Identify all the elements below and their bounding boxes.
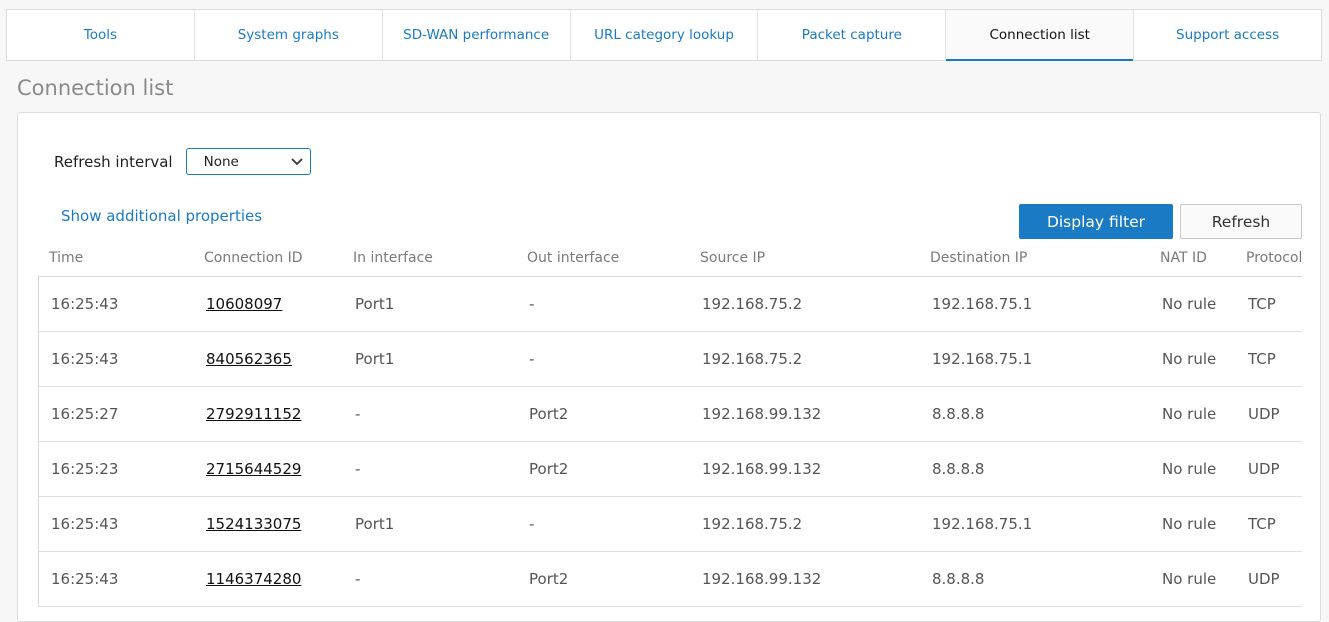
cell-in-interface: - <box>355 405 361 423</box>
table-row: 16:25:43 1146374280 - Port2 192.168.99.1… <box>39 552 1302 607</box>
column-header-source-ip[interactable]: Source IP <box>700 250 765 266</box>
cell-protocol: UDP <box>1248 460 1280 478</box>
cell-destination-ip: 8.8.8.8 <box>932 460 985 478</box>
connection-list-panel: Refresh interval None Show additional pr… <box>17 112 1321 622</box>
cell-connection-id-link[interactable]: 1524133075 <box>206 515 301 533</box>
cell-connection-id-link[interactable]: 840562365 <box>206 350 292 368</box>
cell-protocol: UDP <box>1248 570 1280 588</box>
cell-out-interface: Port2 <box>529 405 569 423</box>
cell-out-interface: - <box>529 295 535 313</box>
cell-destination-ip: 192.168.75.1 <box>932 515 1033 533</box>
cell-time: 16:25:27 <box>51 405 119 423</box>
table-body: 16:25:43 10608097 Port1 - 192.168.75.2 1… <box>38 277 1302 607</box>
tab-sd-wan-performance[interactable]: SD-WAN performance <box>383 10 571 60</box>
cell-destination-ip: 192.168.75.1 <box>932 295 1033 313</box>
column-header-time[interactable]: Time <box>49 250 83 266</box>
cell-source-ip: 192.168.75.2 <box>702 350 803 368</box>
tab-connection-list[interactable]: Connection list <box>946 10 1135 61</box>
tab-system-graphs[interactable]: System graphs <box>195 10 383 60</box>
display-filter-button[interactable]: Display filter <box>1019 204 1173 239</box>
cell-destination-ip: 8.8.8.8 <box>932 405 985 423</box>
refresh-interval-label: Refresh interval <box>54 152 173 171</box>
cell-out-interface: - <box>529 350 535 368</box>
cell-connection-id-link[interactable]: 2792911152 <box>206 405 301 423</box>
cell-protocol: TCP <box>1248 295 1276 313</box>
cell-in-interface: - <box>355 460 361 478</box>
cell-time: 16:25:43 <box>51 295 119 313</box>
cell-connection-id-link[interactable]: 2715644529 <box>206 460 301 478</box>
cell-in-interface: Port1 <box>355 295 395 313</box>
cell-in-interface: Port1 <box>355 515 395 533</box>
cell-protocol: UDP <box>1248 405 1280 423</box>
cell-source-ip: 192.168.99.132 <box>702 570 822 588</box>
cell-protocol: TCP <box>1248 515 1276 533</box>
cell-source-ip: 192.168.99.132 <box>702 405 822 423</box>
table-row: 16:25:43 1524133075 Port1 - 192.168.75.2… <box>39 497 1302 552</box>
tab-support-access[interactable]: Support access <box>1134 10 1321 60</box>
cell-connection-id-link[interactable]: 10608097 <box>206 295 282 313</box>
refresh-button[interactable]: Refresh <box>1180 204 1302 239</box>
column-header-in-interface[interactable]: In interface <box>353 250 433 266</box>
cell-source-ip: 192.168.99.132 <box>702 460 822 478</box>
refresh-interval-value: None <box>203 153 239 170</box>
table-row: 16:25:43 10608097 Port1 - 192.168.75.2 1… <box>39 277 1302 332</box>
cell-nat-id: No rule <box>1162 405 1217 423</box>
column-header-connection-id[interactable]: Connection ID <box>204 250 303 266</box>
column-header-out-interface[interactable]: Out interface <box>527 250 619 266</box>
cell-out-interface: Port2 <box>529 570 569 588</box>
cell-in-interface: - <box>355 570 361 588</box>
table-row: 16:25:43 840562365 Port1 - 192.168.75.2 … <box>39 332 1302 387</box>
cell-out-interface: - <box>529 515 535 533</box>
cell-nat-id: No rule <box>1162 460 1217 478</box>
cell-protocol: TCP <box>1248 350 1276 368</box>
tab-bar: Tools System graphs SD-WAN performance U… <box>6 9 1322 61</box>
refresh-interval-row: Refresh interval None <box>54 148 311 175</box>
cell-source-ip: 192.168.75.2 <box>702 515 803 533</box>
cell-time: 16:25:43 <box>51 515 119 533</box>
cell-connection-id-link[interactable]: 1146374280 <box>206 570 301 588</box>
cell-time: 16:25:43 <box>51 350 119 368</box>
column-header-nat-id[interactable]: NAT ID <box>1160 250 1207 266</box>
tab-tools[interactable]: Tools <box>7 10 195 60</box>
cell-time: 16:25:43 <box>51 570 119 588</box>
table-row: 16:25:23 2715644529 - Port2 192.168.99.1… <box>39 442 1302 497</box>
connection-table: Time Connection ID In interface Out inte… <box>38 244 1302 607</box>
tab-url-category-lookup[interactable]: URL category lookup <box>571 10 759 60</box>
cell-nat-id: No rule <box>1162 570 1217 588</box>
page-title: Connection list <box>17 76 174 100</box>
cell-nat-id: No rule <box>1162 515 1217 533</box>
chevron-down-icon <box>291 158 303 166</box>
column-header-protocol[interactable]: Protocol <box>1246 250 1302 266</box>
cell-nat-id: No rule <box>1162 295 1217 313</box>
show-additional-properties-link[interactable]: Show additional properties <box>61 207 262 225</box>
table-row: 16:25:27 2792911152 - Port2 192.168.99.1… <box>39 387 1302 442</box>
refresh-interval-select[interactable]: None <box>185 148 311 175</box>
cell-nat-id: No rule <box>1162 350 1217 368</box>
table-header: Time Connection ID In interface Out inte… <box>38 244 1302 277</box>
cell-source-ip: 192.168.75.2 <box>702 295 803 313</box>
cell-destination-ip: 8.8.8.8 <box>932 570 985 588</box>
column-header-destination-ip[interactable]: Destination IP <box>930 250 1027 266</box>
cell-time: 16:25:23 <box>51 460 119 478</box>
cell-destination-ip: 192.168.75.1 <box>932 350 1033 368</box>
tab-packet-capture[interactable]: Packet capture <box>758 10 947 60</box>
cell-in-interface: Port1 <box>355 350 395 368</box>
cell-out-interface: Port2 <box>529 460 569 478</box>
